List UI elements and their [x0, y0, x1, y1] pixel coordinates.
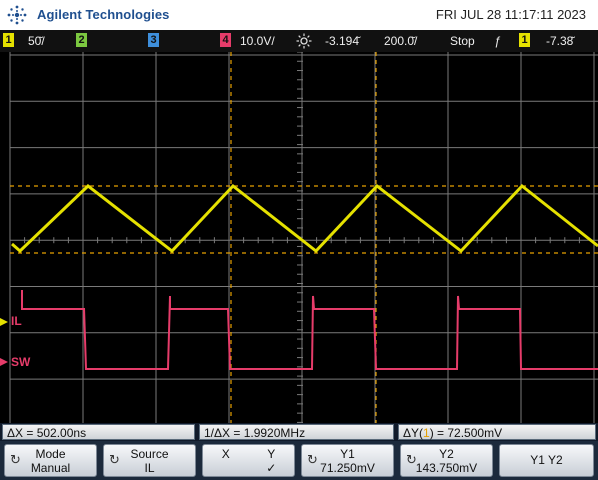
sun-icon: [296, 33, 312, 49]
sw-trace: [21, 290, 598, 370]
mode-softkey[interactable]: ↻ Mode Manual: [4, 444, 97, 477]
y1-y2-label: Y1 Y2: [530, 453, 563, 467]
run-state: Stop: [450, 34, 475, 48]
channel-1-indicator[interactable]: 1: [3, 33, 14, 47]
graticule-grid: [9, 52, 598, 423]
knob-icon: ↻: [307, 452, 318, 467]
trigger-slope-icon: ƒ: [494, 34, 501, 48]
waveform-graticule: [0, 52, 598, 423]
cursor-select-softkey[interactable]: X Y ✓: [202, 444, 295, 477]
trigger-level: -7.38̆: [546, 34, 574, 48]
sw-ground-marker: [0, 358, 8, 366]
sw-label: SW: [11, 355, 31, 369]
il-ground-marker: [0, 318, 8, 326]
measurement-bar: ΔX = 502.00ns 1/ΔX = 1.9920MHz ΔY(1) = 7…: [0, 423, 598, 441]
trigger-source: 1: [519, 33, 530, 47]
brand-name: Agilent Technologies: [37, 7, 170, 22]
horizontal-delay: -3.194̆: [325, 34, 360, 48]
il-trace: [11, 183, 598, 254]
channel-4-scale: 10.0V/: [240, 34, 275, 48]
inverse-delta-x-readout: 1/ΔX = 1.9920MHz: [199, 424, 394, 440]
channel-1-scale: 50̆/: [28, 34, 45, 48]
knob-icon: ↻: [109, 452, 120, 467]
channel-status-bar: 1 50̆/ 2 3 4 10.0V/ -3.194̆ 200.0̆/ Stop…: [0, 30, 598, 52]
date-time: FRI JUL 28 11:17:11 2023: [435, 7, 586, 22]
header: Agilent Technologies FRI JUL 28 11:17:11…: [0, 0, 598, 30]
y1-y2-softkey[interactable]: Y1 Y2: [499, 444, 594, 477]
delta-y-readout: ΔY(1) = 72.500mV: [398, 424, 596, 440]
agilent-logo-icon: [7, 5, 27, 25]
delta-y-channel: 1: [423, 426, 430, 440]
channel-3-indicator[interactable]: 3: [148, 33, 159, 47]
y2-softkey[interactable]: ↻ Y2 143.750mV: [400, 444, 493, 477]
timebase-scale: 200.0̆/: [384, 34, 418, 48]
y-cursor-option[interactable]: Y: [249, 447, 295, 461]
il-label: IL: [11, 314, 22, 328]
softkey-bar: ↻ Mode Manual ↻ Source IL X Y ✓ ↻ Y1 71.…: [0, 441, 598, 480]
delta-y-prefix: ΔY(: [403, 426, 424, 440]
channel-4-indicator[interactable]: 4: [220, 33, 231, 47]
source-softkey[interactable]: ↻ Source IL: [103, 444, 196, 477]
y1-softkey[interactable]: ↻ Y1 71.250mV: [301, 444, 394, 477]
y-check-icon: ✓: [266, 461, 277, 475]
delta-y-value: ) = 72.500mV: [429, 426, 503, 440]
channel-2-indicator[interactable]: 2: [76, 33, 87, 47]
delta-x-readout: ΔX = 502.00ns: [2, 424, 195, 440]
waveform-display[interactable]: IL SW: [0, 52, 598, 423]
x-cursor-option[interactable]: X: [203, 447, 249, 461]
knob-icon: ↻: [406, 452, 417, 467]
knob-icon: ↻: [10, 452, 21, 467]
